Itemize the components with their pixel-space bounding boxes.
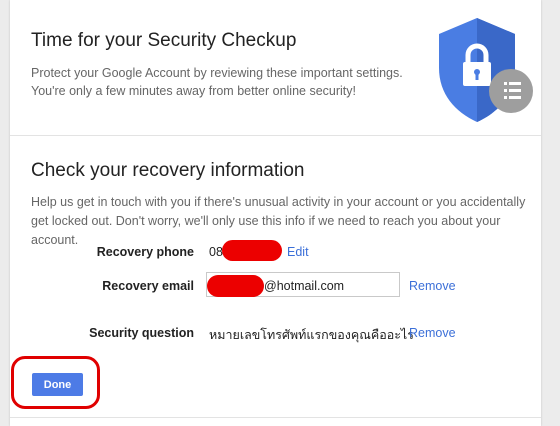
hero-section: Time for your Security Checkup Protect y… — [10, 0, 541, 135]
remove-question-link[interactable]: Remove — [409, 326, 456, 340]
security-question-value: หมายเลขโทรศัพท์แรกของคุณคืออะไร — [209, 328, 414, 342]
bottom-divider — [10, 417, 541, 418]
recovery-email-label: Recovery email — [102, 279, 194, 293]
phone-redaction — [222, 240, 282, 261]
recovery-phone-label: Recovery phone — [96, 245, 194, 259]
annotation-highlight — [11, 356, 100, 409]
edit-phone-link[interactable]: Edit — [287, 245, 309, 259]
list-icon — [489, 69, 533, 113]
recovery-title: Check your recovery information — [31, 160, 305, 181]
section-divider — [10, 135, 541, 136]
remove-email-link[interactable]: Remove — [409, 279, 456, 293]
hero-description: Protect your Google Account by reviewing… — [31, 66, 403, 98]
security-checkup-card: Time for your Security Checkup Protect y… — [10, 0, 541, 426]
shield-lock-icon — [439, 18, 533, 122]
recovery-description: Help us get in touch with you if there's… — [31, 195, 526, 247]
hero-title: Time for your Security Checkup — [31, 30, 297, 51]
recovery-email-value: @hotmail.com — [264, 279, 345, 293]
security-question-label: Security question — [89, 326, 194, 340]
recovery-phone-value: 08 — [209, 245, 223, 259]
email-redaction — [207, 275, 264, 297]
